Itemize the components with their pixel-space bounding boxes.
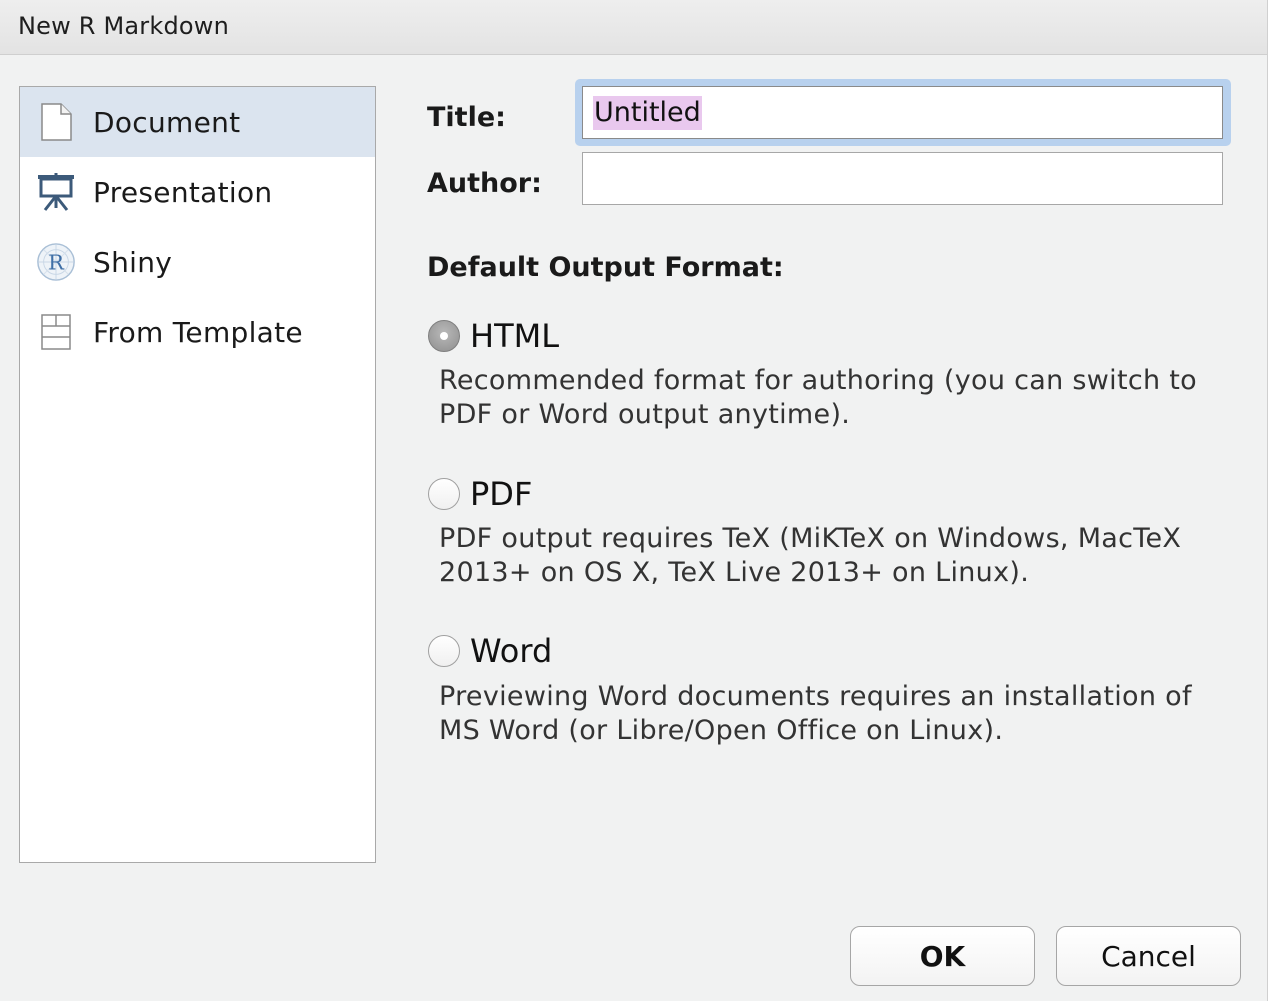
word-radio[interactable] <box>428 635 460 667</box>
template-icon <box>36 312 76 352</box>
svg-text:R: R <box>48 251 65 275</box>
sidebar-item-shiny[interactable]: R Shiny <box>20 227 375 297</box>
word-description: Previewing Word documents requires an in… <box>439 680 1219 748</box>
ok-button[interactable]: OK <box>850 926 1035 986</box>
sidebar-item-presentation[interactable]: Presentation <box>20 157 375 227</box>
document-type-list: Document Presentation <box>19 86 376 863</box>
sidebar-item-label: Document <box>93 106 240 139</box>
format-option-pdf[interactable]: PDF <box>428 475 532 513</box>
format-option-word[interactable]: Word <box>428 632 552 670</box>
sidebar-item-label: Presentation <box>93 176 272 209</box>
sidebar-item-document[interactable]: Document <box>20 87 375 157</box>
sidebar-item-label: From Template <box>93 316 303 349</box>
output-format-heading: Default Output Format: <box>427 252 784 283</box>
pdf-description: PDF output requires TeX (MiKTeX on Windo… <box>439 522 1219 590</box>
pdf-label: PDF <box>470 475 532 513</box>
title-field[interactable]: Untitled <box>582 86 1223 139</box>
pdf-radio[interactable] <box>428 478 460 510</box>
format-option-html[interactable]: HTML <box>428 317 559 355</box>
html-label: HTML <box>470 317 559 355</box>
sidebar-item-from-template[interactable]: From Template <box>20 297 375 367</box>
title-bar: New R Markdown <box>0 0 1268 55</box>
document-icon <box>36 102 76 142</box>
title-label: Title: <box>427 102 506 133</box>
cancel-button[interactable]: Cancel <box>1056 926 1241 986</box>
shiny-r-icon: R <box>36 242 76 282</box>
new-r-markdown-dialog: New R Markdown Document <box>0 0 1273 1001</box>
title-value: Untitled <box>593 96 702 130</box>
window-edge <box>1267 0 1273 1001</box>
word-label: Word <box>470 632 552 670</box>
window-title: New R Markdown <box>18 12 229 40</box>
html-radio[interactable] <box>428 320 460 352</box>
sidebar-item-label: Shiny <box>93 246 172 279</box>
author-label: Author: <box>427 168 542 199</box>
html-description: Recommended format for authoring (you ca… <box>439 364 1219 432</box>
presentation-icon <box>36 172 76 212</box>
author-field[interactable] <box>582 152 1223 205</box>
